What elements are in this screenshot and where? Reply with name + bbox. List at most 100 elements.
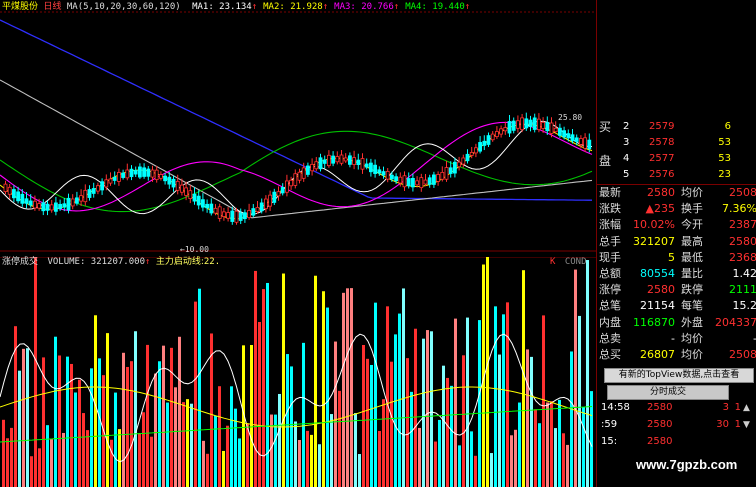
- quote-label: 外盘: [681, 315, 703, 329]
- candle-body: [427, 177, 432, 185]
- candle-body: [440, 172, 445, 180]
- candle-body: [545, 122, 550, 132]
- volume-bar: [426, 330, 429, 487]
- order-book-row[interactable]: 2 2579 6: [597, 119, 756, 134]
- tick-row[interactable]: 15: 2580: [597, 435, 756, 449]
- volume-bar: [474, 455, 477, 487]
- ob-level: 2: [623, 121, 630, 132]
- tick-price: 2580: [647, 436, 673, 447]
- volume-bar: [258, 322, 261, 487]
- volume-bar: [18, 370, 21, 487]
- scroll-up-arrow[interactable]: ▲: [743, 403, 750, 413]
- volume-bar: [530, 356, 533, 487]
- quote-value: 80554: [640, 267, 675, 280]
- volume-chart[interactable]: [0, 257, 596, 487]
- volume-bar: [50, 439, 53, 487]
- candle-body: [54, 202, 58, 212]
- volume-bar: [182, 402, 185, 487]
- chart-area[interactable]: 25.80 ←10.00 平煤股份 日线 MA(5,10,20,30,60,120…: [0, 0, 596, 487]
- price-chart[interactable]: 25.80 ←10.00: [0, 0, 596, 252]
- candle-body: [331, 155, 336, 164]
- volume-bar: [366, 358, 369, 487]
- candle-body: [352, 157, 357, 165]
- volume-bar: [118, 429, 121, 487]
- period-label[interactable]: 日线: [43, 2, 61, 12]
- order-book-row[interactable]: 3 2578 53: [597, 135, 756, 150]
- candle-body: [318, 157, 323, 170]
- volume-bar: [438, 419, 441, 487]
- candle-body: [381, 171, 386, 176]
- quote-label: 总额: [599, 267, 621, 280]
- candle-body: [66, 197, 71, 211]
- volume-title[interactable]: 涨停成交: [2, 257, 38, 267]
- volume-bar: [314, 275, 317, 487]
- price-header: 平煤股份 日线 MA(5,10,20,30,60,120) MA1: 23.13…: [2, 1, 470, 13]
- candle-body: [125, 169, 130, 179]
- candle-body: [310, 163, 315, 172]
- candle-body: [192, 193, 197, 202]
- candle-body: [297, 171, 302, 181]
- tick-row[interactable]: 14:58 2580 3 1: [597, 401, 756, 415]
- tag-cond[interactable]: COND: [565, 257, 587, 267]
- ob-volume: 6: [724, 121, 731, 132]
- candle-body: [154, 169, 159, 180]
- candle-body: [24, 198, 29, 204]
- stock-name[interactable]: 平煤股份: [2, 2, 38, 12]
- quote-row: 总卖-均价-: [597, 331, 756, 347]
- quote-row: 内盘 116870 外盘 204337: [597, 315, 756, 331]
- candle-body: [247, 210, 252, 218]
- volume-bar: [558, 399, 561, 487]
- quote-label: 涨幅: [599, 218, 621, 232]
- scroll-down-arrow[interactable]: ▼: [743, 420, 750, 430]
- volume-bar: [230, 386, 233, 487]
- candle-body: [179, 184, 184, 193]
- quote-label: 换手: [681, 202, 703, 216]
- volume-bar: [330, 414, 333, 487]
- volume-bar: [98, 358, 101, 487]
- quote-row: 现手 5 最低 2368: [597, 250, 756, 266]
- ticks-tab[interactable]: 分时成交: [607, 385, 729, 400]
- quote-label: 总卖: [599, 331, 621, 345]
- candle-body: [389, 174, 394, 180]
- volume-bar: [130, 361, 133, 487]
- volume-bar: [34, 257, 37, 487]
- volume-right-tags: K COND: [550, 256, 587, 268]
- topview-button[interactable]: 有新的TopView数据,点击查看: [604, 368, 754, 383]
- volume-bar: [310, 434, 313, 487]
- volume-bar: [82, 413, 85, 487]
- candle-body: [263, 198, 268, 210]
- volume-bar: [294, 421, 297, 487]
- volume-bar: [190, 403, 193, 487]
- candle-body: [377, 169, 382, 174]
- volume-bar: [194, 301, 197, 487]
- ob-price: 2578: [649, 137, 675, 148]
- candle-body: [33, 200, 37, 209]
- tick-volume: 3: [722, 402, 729, 413]
- ob-price: 2579: [649, 121, 675, 132]
- tag-k[interactable]: K: [550, 257, 555, 267]
- candle-body: [364, 163, 369, 168]
- candle-body: [532, 117, 537, 130]
- volume-bar: [458, 445, 461, 487]
- candle-body: [528, 119, 533, 127]
- quote-value: 26807: [640, 348, 675, 361]
- candle-body: [3, 183, 8, 192]
- volume-bar: [522, 270, 525, 487]
- volume-bar: [378, 430, 381, 487]
- main-line-label: 主力启动线:: [155, 257, 204, 267]
- candle-body: [11, 189, 16, 199]
- quote-label: 均价: [681, 348, 703, 361]
- volume-bar: [514, 429, 517, 487]
- quote-value: 2508: [729, 186, 756, 199]
- quote-label: 每笔: [681, 299, 703, 313]
- volume-bar: [114, 392, 117, 487]
- volume-bar: [62, 432, 65, 487]
- candle-body: [305, 165, 310, 175]
- order-book-row[interactable]: 4 2577 53: [597, 151, 756, 166]
- quote-label: 总买: [599, 348, 621, 361]
- volume-bar: [510, 435, 513, 487]
- volume-bar: [434, 441, 437, 487]
- order-book-row[interactable]: 5 2576 23: [597, 167, 756, 182]
- quote-label: 均价: [681, 186, 703, 199]
- tick-row[interactable]: :59 2580 30 1: [597, 418, 756, 432]
